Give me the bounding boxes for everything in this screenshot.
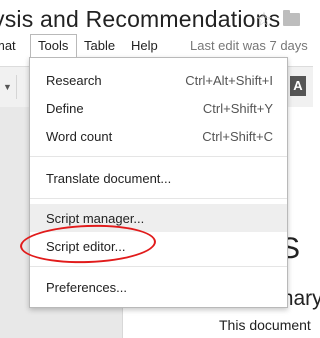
menu-item-label: Translate document... <box>46 171 172 186</box>
menu-separator <box>30 266 287 267</box>
menu-item-label: Word count <box>46 129 113 144</box>
menu-item-label: Research <box>46 73 102 88</box>
text-color-icon[interactable]: A <box>290 76 306 96</box>
document-body-text: This document <box>219 317 311 333</box>
menu-item-translate-document[interactable]: Translate document... <box>30 164 287 192</box>
menu-item-research[interactable]: Research Ctrl+Alt+Shift+I <box>30 66 287 94</box>
menu-item-label: Script manager... <box>46 211 145 226</box>
menu-item-label: Define <box>46 101 84 116</box>
menu-help[interactable]: Help <box>131 38 158 53</box>
menu-item-shortcut: Ctrl+Shift+Y <box>202 101 273 116</box>
menu-item-word-count[interactable]: Word count Ctrl+Shift+C <box>30 122 287 150</box>
menu-bar: mat Tools Table Help Last edit was 7 day… <box>0 34 313 58</box>
menu-item-shortcut: Ctrl+Alt+Shift+I <box>185 73 273 88</box>
toolbar-divider <box>16 75 17 99</box>
document-title-text[interactable]: ysis and Recommendations <box>0 6 280 33</box>
menu-tools[interactable]: Tools <box>30 34 78 57</box>
menu-separator <box>30 156 287 157</box>
menu-item-label: Preferences... <box>46 280 127 295</box>
menu-table[interactable]: Table <box>84 38 115 53</box>
star-icon[interactable]: ☆ <box>255 7 273 32</box>
folder-icon[interactable] <box>283 10 300 26</box>
menu-separator <box>30 198 287 199</box>
menu-item-preferences[interactable]: Preferences... <box>30 273 287 301</box>
menu-format[interactable]: mat <box>0 38 16 53</box>
menu-item-shortcut: Ctrl+Shift+C <box>202 129 273 144</box>
last-edit-link[interactable]: Last edit was 7 days <box>190 38 308 53</box>
document-title[interactable]: ysis and Recommendations ☆ <box>0 4 313 34</box>
tools-menu: Research Ctrl+Alt+Shift+I Define Ctrl+Sh… <box>29 57 288 308</box>
menu-item-define[interactable]: Define Ctrl+Shift+Y <box>30 94 287 122</box>
dropdown-arrow-icon[interactable]: ▼ <box>3 82 12 92</box>
